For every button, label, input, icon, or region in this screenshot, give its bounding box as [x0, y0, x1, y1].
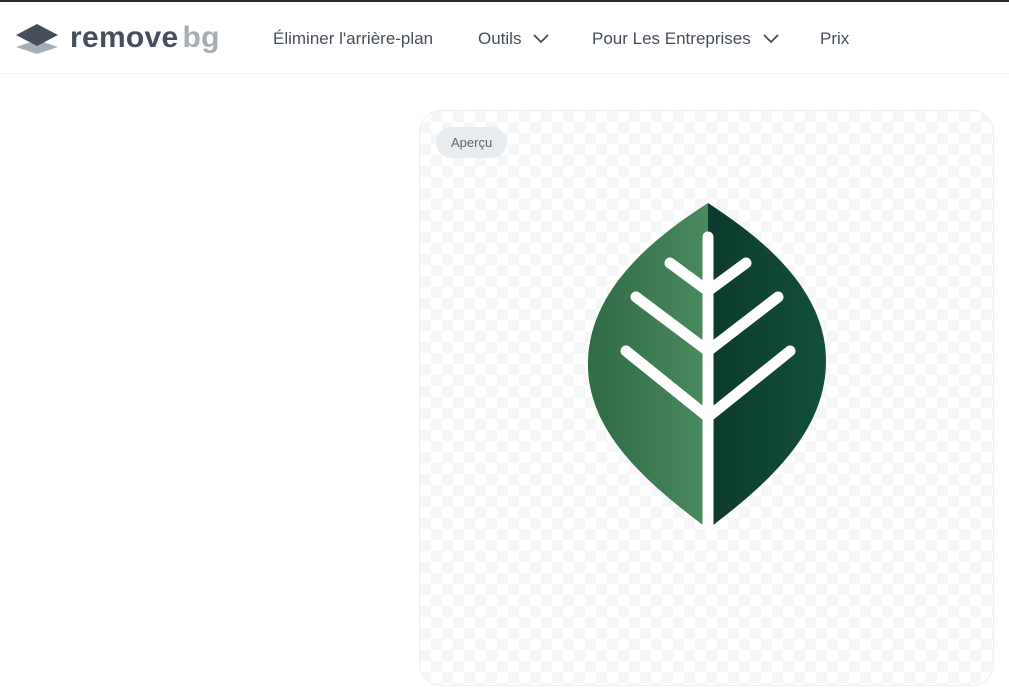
- nav-tools-dropdown[interactable]: Outils: [478, 24, 549, 54]
- nav-business-label: Pour Les Entreprises: [592, 29, 751, 48]
- leaf-image: [587, 203, 826, 531]
- nav-pricing-label: Prix: [820, 29, 850, 48]
- chevron-down-icon: [534, 34, 549, 43]
- layers-logo-icon: [16, 24, 58, 54]
- logo-word-bg: bg: [182, 21, 220, 54]
- nav-tools-label: Outils: [478, 29, 522, 48]
- image-preview-panel: Aperçu: [419, 110, 994, 686]
- removebg-logo[interactable]: remove bg: [14, 20, 220, 56]
- top-navigation-bar: remove bg Éliminer l'arrière-plan Outils …: [0, 0, 1009, 74]
- chevron-down-icon: [763, 34, 779, 43]
- nav-business-dropdown[interactable]: Pour Les Entreprises: [592, 24, 779, 54]
- logo-wordmark: remove bg: [70, 20, 220, 56]
- logo-word-remove: remove: [70, 21, 179, 54]
- nav-pricing[interactable]: Prix: [820, 24, 849, 54]
- nav-remove-background-label: Éliminer l'arrière-plan: [273, 29, 434, 48]
- nav-remove-background[interactable]: Éliminer l'arrière-plan: [273, 24, 433, 54]
- preview-badge: Aperçu: [436, 127, 508, 158]
